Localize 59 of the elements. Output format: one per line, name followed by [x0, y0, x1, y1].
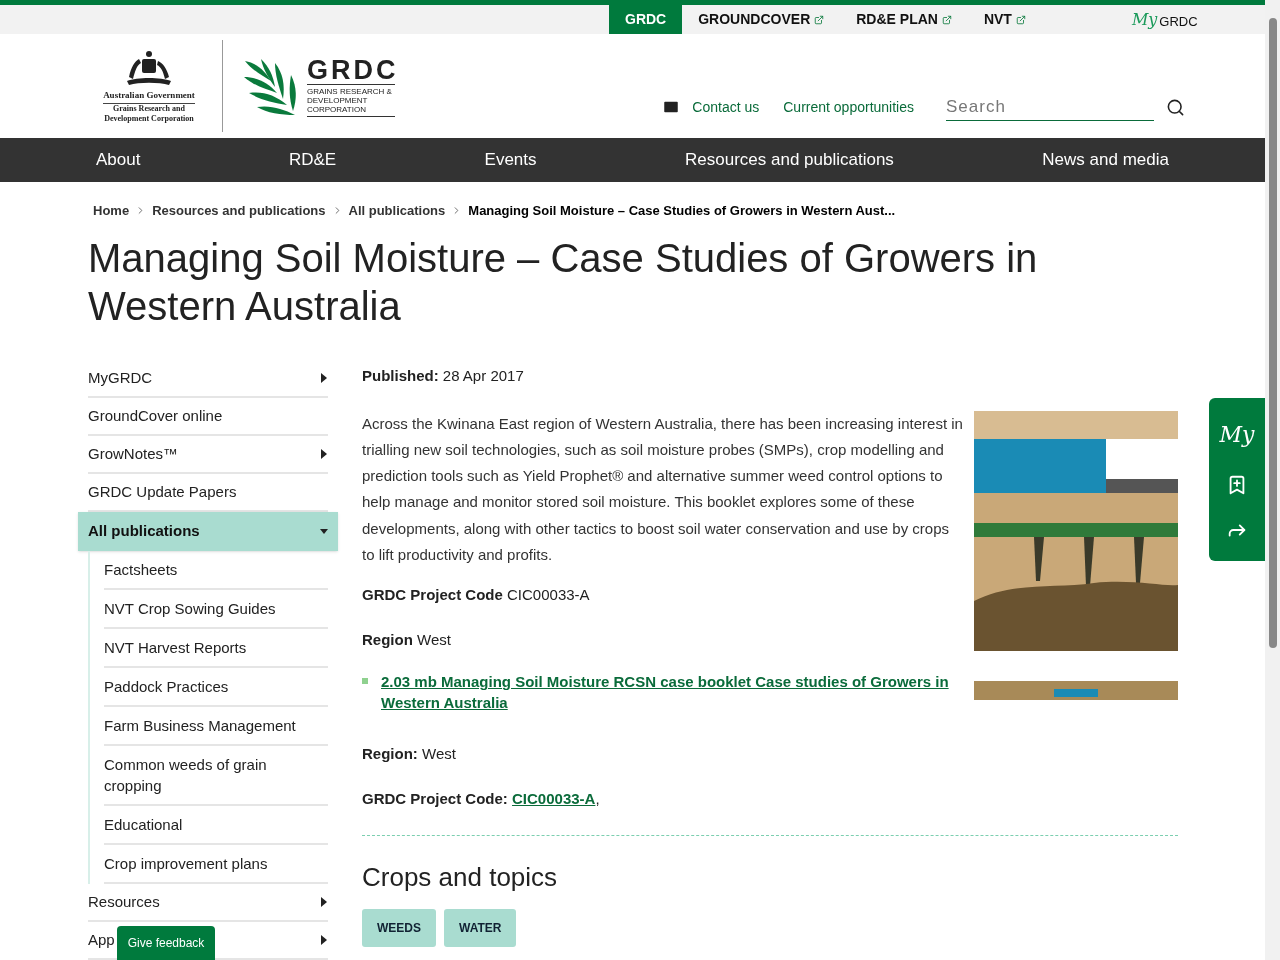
sidebar-subitem[interactable]: Common weeds of grain cropping [104, 746, 328, 806]
caret-right-icon [320, 935, 328, 945]
top-tab[interactable]: RD&E PLAN [840, 5, 968, 35]
sidebar-item[interactable]: GroundCover online [88, 398, 328, 436]
sidebar-item[interactable]: Resources [88, 884, 328, 922]
region-text: Region: West [362, 744, 457, 765]
main-nav-link[interactable]: Events [484, 147, 537, 173]
main-nav-link[interactable]: News and media [1042, 147, 1169, 173]
government-title: Australian Government [103, 88, 195, 105]
project-code: GRDC Project Code CIC00033-A [362, 585, 591, 606]
top-tab[interactable]: NVT [967, 5, 1042, 35]
sidebar-subitem[interactable]: Paddock Practices [104, 668, 328, 707]
sidebar-subitem[interactable]: Crop improvement plans [104, 845, 328, 884]
mygrdc-label: GRDC [1159, 12, 1198, 31]
utility-link[interactable]: Current opportunities [783, 96, 914, 118]
main-nav-link[interactable]: Resources and publications [685, 147, 894, 173]
search-field[interactable]: Search [946, 93, 1154, 122]
caret-right-icon [320, 373, 328, 383]
my-grdc-button[interactable]: My [1219, 417, 1255, 451]
external-link-icon [814, 14, 825, 25]
grdc-tagline: GRAINS RESEARCH & DEVELOPMENT CORPORATION [307, 83, 395, 117]
bullet-icon [362, 678, 368, 685]
grdc-wordmark: GRDC [307, 55, 395, 84]
download-link[interactable]: 2.03 mb Managing Soil Moisture RCSN case booklet Case studies of Growers in Western Australia [381, 671, 961, 714]
published-date: Published: 28 Apr 2017 [362, 366, 525, 386]
sidebar-subitem[interactable]: Educational [104, 806, 328, 845]
main-nav-link[interactable]: About [96, 147, 141, 173]
sidebar-item[interactable]: GrowNotes™ [88, 436, 328, 474]
breadcrumb-link[interactable]: Resources and publications [152, 200, 326, 221]
topic-tag[interactable]: WEEDS [362, 909, 436, 948]
utility-link[interactable]: Contact us [692, 96, 760, 118]
project-code: GRDC Project Code: CIC00033-A, [362, 788, 601, 809]
sidebar-item[interactable]: All publications [78, 512, 338, 551]
top-tab[interactable]: GROUNDCOVER [682, 5, 841, 35]
external-link-icon [941, 14, 952, 25]
feedback-button[interactable]: Give feedback [117, 926, 215, 960]
caret-right-icon [320, 897, 328, 907]
section-title: Crops and topics [362, 861, 559, 895]
main-nav-link[interactable]: RD&E [288, 147, 337, 173]
mygrdc-link[interactable]: MyGRDC [1131, 5, 1198, 35]
breadcrumb-current[interactable]: Managing Soil Moisture – Case Studies of Growers in Western Aust... [468, 200, 896, 221]
page-title: Managing Soil Moisture – Case Studies of Growers in Western Australia [88, 235, 1039, 330]
breadcrumb-link[interactable]: All publications [348, 200, 446, 221]
sidebar-subitem[interactable]: Farm Business Management [104, 707, 328, 746]
search-icon[interactable] [1166, 97, 1185, 117]
sidebar-item[interactable]: MyGRDC [88, 360, 328, 398]
external-link-icon [1015, 14, 1026, 25]
region-text: Region West [362, 629, 452, 650]
agency-name: Grains Research and Development Corporation [103, 104, 195, 125]
description-paragraph: Across the Kwinana East region of Western Australia, there has been increasing interest in trialling new soil technologies, such as soil moisture probes (SMPs), crop modelling and prediction tools such as Yield Prophet® and alternative summer weed control options to help manage and monitor stored soil moisture. This booklet explores some of these developments, along with other tactics to boost soil water conservation and use by crops to lift productivity and profits. [362, 413, 964, 565]
sidebar-subitem[interactable]: NVT Crop Sowing Guides [104, 590, 328, 629]
topic-tag[interactable]: WATER [444, 909, 517, 948]
breadcrumb-link[interactable]: Home [93, 200, 130, 221]
sidebar-subitem[interactable]: NVT Harvest Reports [104, 629, 328, 668]
project-code-link[interactable]: CIC00033-A [512, 789, 596, 807]
my-script-text: My [1131, 8, 1158, 31]
top-tab[interactable]: GRDC [609, 5, 683, 35]
sidebar-subitem[interactable]: Factsheets [104, 551, 328, 590]
caret-right-icon [320, 449, 328, 459]
